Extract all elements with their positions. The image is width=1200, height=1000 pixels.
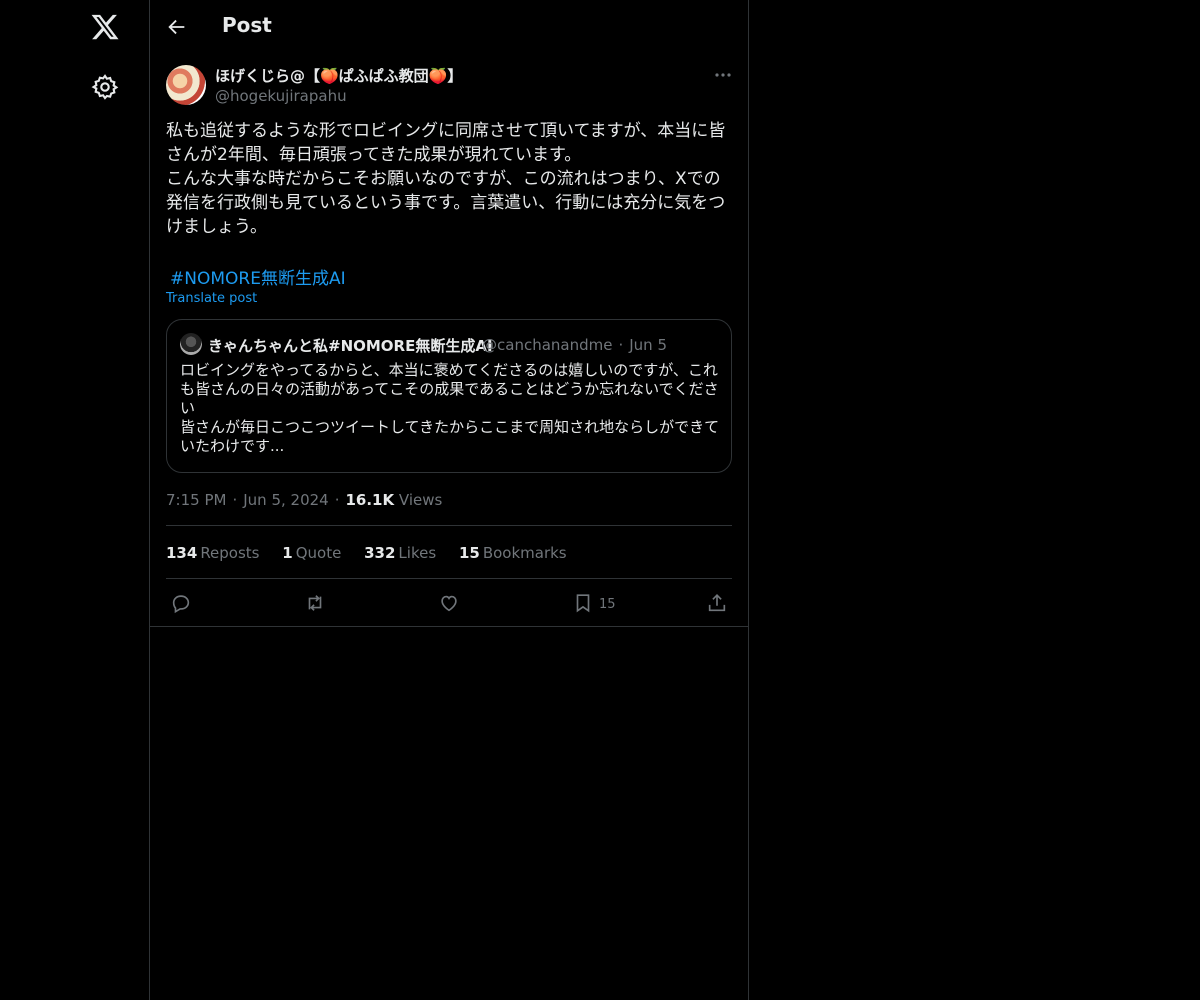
divider (166, 578, 732, 579)
quote-label: Quote (295, 544, 342, 562)
quoted-author-handle: @canchanandme (482, 336, 613, 354)
bookmark-action-count: 15 (599, 597, 616, 612)
translate-post-link[interactable]: Translate post (166, 291, 257, 306)
reposts-count: 134 (166, 544, 198, 562)
quoted-line: 皆さんが毎日こつこつツイートしてきたからここまで周知され地ならしができていたわけ… (180, 418, 720, 455)
divider (150, 626, 748, 627)
tweet-line: 私も追従するような形でロビイングに同席させて頂いてますが、本当に皆さんが2年間、… (166, 121, 726, 165)
views-label: Views (398, 491, 443, 509)
quoted-date: Jun 5 (629, 336, 667, 354)
author-handle[interactable]: @hogekujirapahu (215, 87, 347, 105)
likes-label: Likes (398, 544, 437, 562)
post-date[interactable]: Jun 5, 2024 (243, 491, 328, 509)
bookmark-button[interactable]: 15 (572, 592, 616, 614)
quotes-stat[interactable]: 1 Quote (282, 544, 341, 562)
gear-icon[interactable] (91, 73, 119, 101)
page-title: Post (222, 13, 272, 37)
reply-button[interactable] (170, 592, 192, 614)
dot-separator: · (618, 336, 624, 354)
divider (166, 525, 732, 526)
engagement-stats: 134 Reposts 1 Quote 332 Likes 15 Bookmarks (166, 544, 585, 562)
x-logo-icon[interactable] (90, 12, 120, 42)
likes-stat[interactable]: 332 Likes (364, 544, 436, 562)
author-avatar[interactable] (166, 65, 206, 105)
author-display-name[interactable]: ほげくじら@【🍑ぱふぱふ教団🍑】 (215, 65, 462, 86)
quoted-text: ロビイングをやってるからと、本当に褒めてくださるのは嬉しいのですが、これも皆さん… (180, 361, 724, 456)
quote-count: 1 (282, 544, 293, 562)
reposts-label: Reposts (200, 544, 260, 562)
bookmark-icon (576, 594, 590, 613)
views-count: 16.1K (345, 491, 395, 509)
heart-icon (441, 595, 457, 612)
repost-button[interactable] (304, 592, 326, 614)
hashtag-link[interactable]: #NOMORE無断生成AI (170, 264, 346, 289)
post-header: Post (150, 0, 748, 53)
quoted-post[interactable]: きゃんちゃんと私#NOMORE無断生成AI @canchanandme · Jun … (166, 319, 732, 473)
arrow-left-icon[interactable] (166, 16, 188, 38)
quoted-author-name: きゃんちゃんと私#NOMORE無断生成AI (208, 337, 493, 355)
bookmarks-stat[interactable]: 15 Bookmarks (459, 544, 567, 562)
repost-icon (308, 595, 322, 611)
tweet-text: 私も追従するような形でロビイングに同席させて頂いてますが、本当に皆さんが2年間、… (166, 119, 732, 239)
share-button[interactable] (706, 592, 728, 614)
reposts-stat[interactable]: 134 Reposts (166, 544, 260, 562)
dot-separator: · (232, 491, 238, 509)
like-button[interactable] (438, 592, 460, 614)
reply-icon (172, 595, 190, 614)
share-icon (708, 594, 726, 612)
left-nav (0, 0, 149, 1000)
quoted-meta: @canchanandme · Jun 5 (482, 336, 667, 354)
bookmarks-label: Bookmarks (482, 544, 567, 562)
bookmarks-count: 15 (458, 544, 480, 562)
quoted-line: ロビイングをやってるからと、本当に褒めてくださるのは嬉しいのですが、これも皆さん… (180, 361, 719, 417)
tweet-line: こんな大事な時だからこそお願いなのですが、この流れはつまり、Xでの発信を行政側も… (166, 169, 726, 237)
dot-separator: · (334, 491, 340, 509)
more-options-icon[interactable] (712, 66, 734, 84)
likes-count: 332 (364, 544, 396, 562)
quoted-author-avatar (180, 333, 202, 355)
post-meta: 7:15 PM · Jun 5, 2024 · 16.1K Views (166, 491, 442, 509)
post-time[interactable]: 7:15 PM (166, 491, 226, 509)
post-column: Post ほげくじら@【🍑ぱふぱふ教団🍑】 @hogekujirapahu 私も… (149, 0, 749, 1000)
